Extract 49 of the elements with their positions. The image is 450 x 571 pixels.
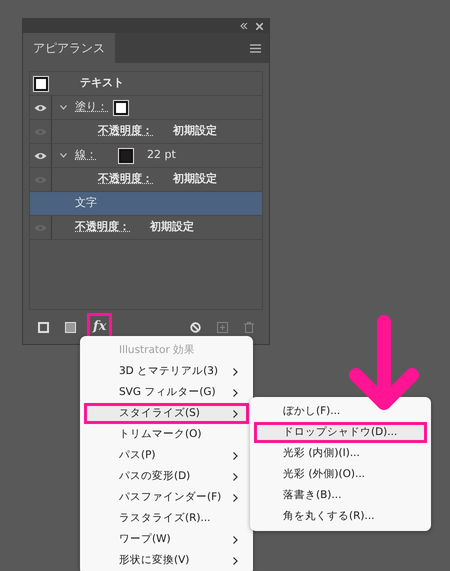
no-sign-icon (190, 322, 201, 332)
fill-square-icon (65, 322, 76, 332)
menu-item[interactable]: パスの変形(D) (84, 466, 249, 487)
eye-icon[interactable] (34, 104, 47, 112)
menu-item[interactable]: ぼかし(F)... (254, 401, 427, 422)
color-swatch[interactable] (119, 148, 133, 162)
opacity-value: 初期設定 (173, 171, 217, 188)
appearance-row[interactable]: 文字 (30, 192, 262, 216)
menu-item[interactable]: ラスタライズ(R)... (84, 508, 249, 529)
menu-item[interactable]: SVG フィルター(G) (84, 382, 249, 403)
appearance-row[interactable]: 不透明度： 初期設定 (30, 120, 262, 144)
menu-item[interactable]: 落書き(B)... (254, 485, 427, 506)
object-label: テキスト (80, 75, 124, 92)
menu-item[interactable]: トリムマーク(O) (84, 424, 249, 445)
appearance-row[interactable]: 線： 22 pt (30, 144, 262, 168)
close-icon[interactable] (256, 22, 263, 30)
menu-item[interactable]: 3D とマテリアル(3) (84, 361, 249, 382)
opacity-link[interactable]: 不透明度： (75, 219, 130, 236)
opacity-link[interactable]: 不透明度： (98, 123, 153, 140)
menu-item[interactable]: パス(P) (84, 445, 249, 466)
panel-tab[interactable]: アピアランス (23, 33, 115, 63)
color-swatch[interactable] (114, 100, 128, 114)
trash-icon (244, 322, 254, 332)
appearance-row[interactable]: 不透明度： 初期設定 (30, 216, 262, 240)
stroke-weight: 22 pt (147, 147, 176, 164)
collapse-icon[interactable] (240, 23, 248, 29)
opacity-value: 初期設定 (150, 219, 194, 236)
attribute-link[interactable]: 線： (75, 147, 97, 164)
add-icon (217, 322, 228, 332)
menu-item[interactable]: 角を丸くする(R)... (254, 506, 427, 527)
menu-icon[interactable] (250, 44, 261, 52)
menu-item[interactable]: スタイライズ(S) (84, 403, 249, 424)
menu-item[interactable]: 形状に変換(V) (84, 550, 249, 571)
color-swatch[interactable] (34, 76, 48, 90)
menu-item[interactable]: 光彩 (内側)(I)... (254, 443, 427, 464)
attribute-link[interactable]: 塗り： (75, 99, 108, 116)
menu-item[interactable]: 光彩 (外側)(O)... (254, 464, 427, 485)
chevron-icon[interactable] (60, 153, 67, 158)
stroke-square-icon (38, 322, 49, 332)
menu-item[interactable]: ドロップシャドウ(D)... (254, 422, 427, 443)
opacity-link[interactable]: 不透明度： (98, 171, 153, 188)
appearance-row[interactable]: 塗り： (30, 96, 262, 120)
menu-heading: Illustrator 効果 (118, 342, 196, 358)
characters-label: 文字 (75, 195, 97, 212)
eye-icon[interactable] (34, 152, 47, 160)
menu-item[interactable]: パスファインダー(F) (84, 487, 249, 508)
chevron-icon[interactable] (60, 105, 67, 110)
menu-item[interactable]: ワープ(W) (84, 529, 249, 550)
opacity-value: 初期設定 (173, 123, 217, 140)
